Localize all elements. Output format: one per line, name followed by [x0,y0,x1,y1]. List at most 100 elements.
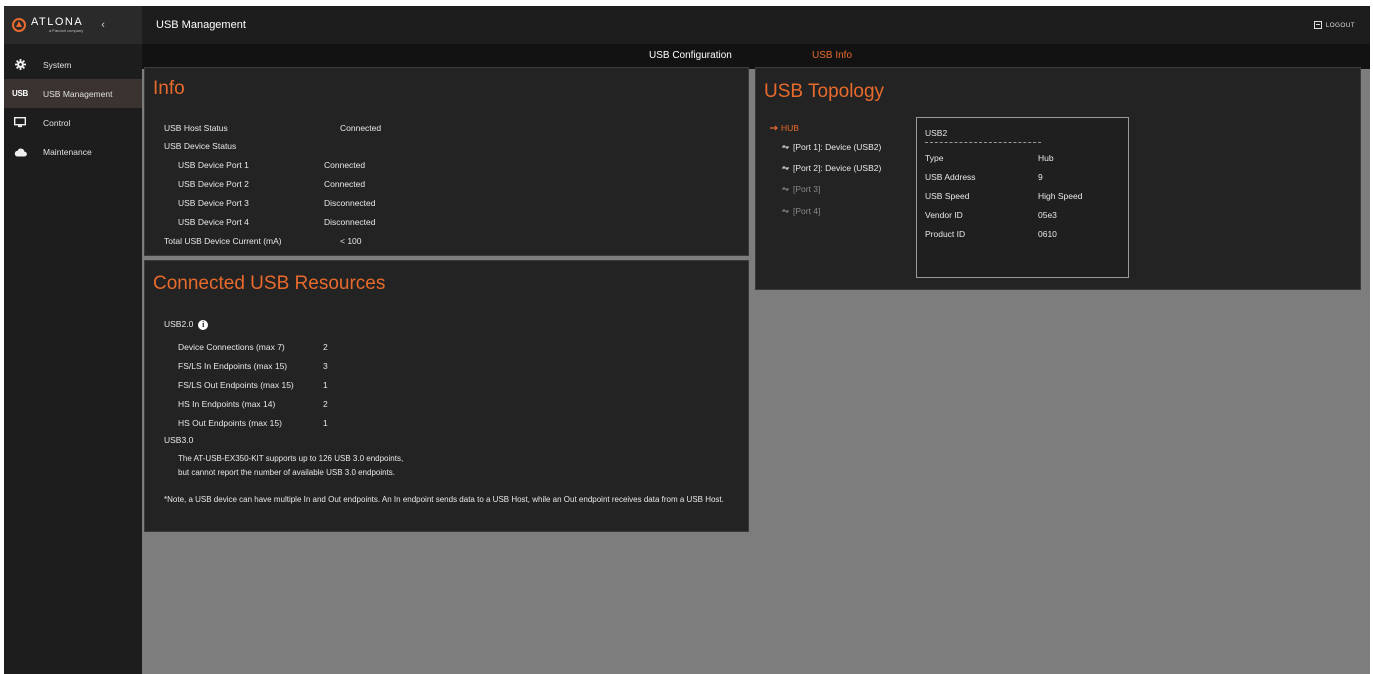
usb2-heading: USB2.0 i [164,319,209,330]
topology-title: USB Topology [764,81,885,102]
top-header: USB Management LOGOUT [142,6,1370,44]
detail-label: Type [925,153,944,163]
topology-port-4[interactable]: [Port 4] [782,206,820,216]
gear-icon [12,58,28,72]
tab-usb-info[interactable]: USB Info [812,50,852,61]
detail-value: High Speed [1038,191,1083,201]
detail-label: Vendor ID [925,210,963,220]
sidebar-item-label: Control [43,117,71,128]
endpoint-note: *Note, a USB device can have multiple In… [164,495,724,504]
info-value: Disconnected [324,217,376,227]
usb2-row-fsls-in: FS/LS In Endpoints (max 15) 3 [178,361,478,371]
usb-hub-icon [770,123,778,133]
topology-port-1[interactable]: [Port 1]: Device (USB2) [782,142,881,152]
detail-value: 9 [1038,172,1043,182]
sidebar-item-label: USB Management [43,88,113,99]
usb-plug-icon [782,142,790,152]
resource-value: 3 [323,361,328,371]
usb2-row-device-connections: Device Connections (max 7) 2 [178,342,478,352]
sidebar-item-label: Maintenance [43,146,92,157]
usb2-row-fsls-out: FS/LS Out Endpoints (max 15) 1 [178,380,478,390]
detail-value: 0610 [1038,229,1057,239]
resource-value: 1 [323,380,328,390]
info-label: USB Device Port 1 [178,160,249,170]
usb-plug-icon [782,206,790,216]
usb-icon: USB [12,87,28,101]
usb3-line-2: but cannot report the number of availabl… [178,468,396,477]
info-value: Connected [324,179,366,189]
port-label: [Port 3] [793,184,821,194]
usb3-label: USB3.0 [164,435,194,445]
resource-value: 2 [323,399,328,409]
port-label: [Port 4] [793,206,821,216]
detail-row-vendor-id: Vendor ID 05e3 [925,210,1125,220]
sidebar-item-usb-management[interactable]: USB USB Management [4,79,142,108]
info-value: Connected [340,123,382,133]
usb-badge: USB [12,89,28,98]
logout-label: LOGOUT [1325,21,1355,29]
cloud-icon [12,145,28,159]
logo: ATLONA a Panduit company [31,17,83,33]
resource-label: FS/LS Out Endpoints (max 15) [178,380,294,390]
detail-heading: USB2 [925,128,948,138]
sidebar-item-maintenance[interactable]: Maintenance [4,137,142,166]
logo-word: ATLONA [31,16,84,28]
info-value: Disconnected [324,198,376,208]
tab-usb-configuration[interactable]: USB Configuration [649,50,732,61]
usb2-label: USB2.0 [164,319,194,329]
info-label: USB Device Status [164,141,237,151]
resources-title: Connected USB Resources [153,273,386,294]
sidebar-item-system[interactable]: System [4,50,142,79]
info-label: USB Host Status [164,123,228,133]
info-value: < 100 [340,236,362,246]
detail-label: USB Address [925,172,976,182]
device-detail-box: USB2 Type Hub USB Address 9 USB Speed Hi… [916,117,1129,278]
detail-divider [925,142,1041,143]
detail-row-usb-address: USB Address 9 [925,172,1125,182]
usb2-row-hs-out: HS Out Endpoints (max 15) 1 [178,418,478,428]
logout-button[interactable]: LOGOUT [1313,21,1355,29]
info-panel: Info USB Host Status Connected USB Devic… [144,67,749,256]
logo-sub: a Panduit company [48,28,84,33]
resource-label: HS In Endpoints (max 14) [178,399,276,409]
detail-row-usb-speed: USB Speed High Speed [925,191,1125,201]
resource-value: 2 [323,342,328,352]
resource-label: HS Out Endpoints (max 15) [178,418,282,428]
atlona-logo-icon [12,18,26,32]
topology-hub-node[interactable]: HUB [770,123,799,133]
info-icon[interactable]: i [198,319,209,330]
detail-row-type: Type Hub [925,153,1125,163]
hub-label: HUB [781,123,799,133]
info-label: USB Device Port 2 [178,179,249,189]
usb-plug-icon [782,184,790,194]
usb3-line-1: The AT-USB-EX350-KIT supports up to 126 … [178,454,404,463]
detail-value: 05e3 [1038,210,1057,220]
sidebar-item-label: System [43,59,72,70]
connected-usb-resources-panel: Connected USB Resources USB2.0 i Device C… [144,260,749,532]
info-label: USB Device Port 3 [178,198,249,208]
resource-label: Device Connections (max 7) [178,342,285,352]
logo-bar: ATLONA a Panduit company ‹ [4,6,142,44]
sidebar-item-control[interactable]: Control [4,108,142,137]
usb2-row-hs-in: HS In Endpoints (max 14) 2 [178,399,478,409]
resource-value: 1 [323,418,328,428]
detail-label: Product ID [925,229,966,239]
sidebar-nav: System USB USB Management Control Mainte… [4,50,142,166]
info-label: Total USB Device Current (mA) [164,236,282,246]
tab-bar: USB Configuration USB Info [142,44,1370,69]
detail-row-product-id: Product ID 0610 [925,229,1125,239]
topology-port-3[interactable]: [Port 3] [782,184,820,194]
logout-icon [1313,21,1322,29]
port-label: [Port 1]: Device (USB2) [793,142,882,152]
usb-plug-icon [782,163,790,173]
usb-topology-panel: USB Topology HUB [Port 1]: Device (USB2)… [755,67,1361,290]
info-value: Connected [324,160,366,170]
detail-label: USB Speed [925,191,970,201]
page-title: USB Management [156,19,246,31]
detail-value: Hub [1038,153,1054,163]
info-label: USB Device Port 4 [178,217,249,227]
monitor-icon [12,116,28,130]
collapse-sidebar-button[interactable]: ‹ [101,19,105,31]
topology-port-2[interactable]: [Port 2]: Device (USB2) [782,163,881,173]
resource-label: FS/LS In Endpoints (max 15) [178,361,288,371]
